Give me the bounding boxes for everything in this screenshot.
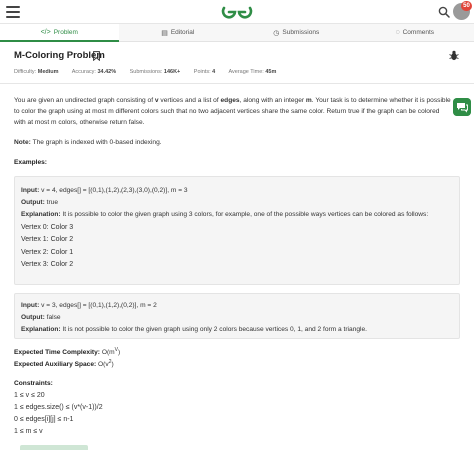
constraints-heading: Constraints: bbox=[14, 380, 53, 387]
problem-title: M-Coloring Problem bbox=[14, 50, 105, 61]
gfg-logo[interactable] bbox=[221, 2, 253, 22]
clock-icon: ◷ bbox=[273, 29, 280, 37]
example-explanation: Explanation: It is possible to color the… bbox=[21, 211, 429, 219]
bookmark-icon[interactable] bbox=[93, 51, 100, 61]
tab-editorial[interactable]: ▤ Editorial bbox=[119, 24, 238, 41]
submissions-count: Submissions: 146K+ bbox=[129, 69, 181, 75]
tab-comments[interactable]: ◌ Comments bbox=[356, 24, 474, 41]
average-time: Average Time: 45m bbox=[228, 69, 277, 75]
bug-report-icon[interactable] bbox=[449, 50, 459, 61]
example-explanation: Explanation: It is not possible to color… bbox=[21, 326, 367, 334]
tab-problem[interactable]: </> Problem bbox=[0, 24, 119, 42]
bottom-action-bar[interactable] bbox=[20, 445, 88, 450]
constraint-item: 1 ≤ v ≤ 20 bbox=[14, 392, 45, 399]
examples-heading: Examples: bbox=[14, 159, 47, 166]
example-output: Output: true bbox=[21, 199, 59, 207]
note: Note: The graph is indexed with 0-based … bbox=[14, 139, 162, 146]
notification-badge: 50 bbox=[461, 1, 472, 11]
example-box-2: Input: v = 3, edges[] = [(0,1),(1,2),(0,… bbox=[14, 293, 460, 339]
search-icon[interactable] bbox=[438, 6, 450, 18]
example-output: Output: false bbox=[21, 314, 61, 322]
coloring-line: Vertex 0: Color 3 bbox=[21, 223, 74, 231]
tab-submissions[interactable]: ◷ Submissions bbox=[237, 24, 356, 41]
problem-description: You are given an undirected graph consis… bbox=[14, 97, 451, 126]
accuracy: Accuracy: 34.42% bbox=[71, 69, 117, 75]
example-box-1: Input: v = 4, edges[] = [(0,1),(1,2),(2,… bbox=[14, 176, 460, 285]
coloring-line: Vertex 2: Color 1 bbox=[21, 248, 74, 256]
constraint-item: 0 ≤ edges[i][j] ≤ n-1 bbox=[14, 416, 74, 423]
expected-auxiliary-space: Expected Auxiliary Space: O(v2) bbox=[14, 359, 114, 369]
difficulty: Difficulty: Medium bbox=[14, 69, 59, 75]
example-input: Input: v = 3, edges[] = [(0,1),(1,2),(0,… bbox=[21, 302, 157, 309]
hamburger-menu-icon[interactable] bbox=[6, 6, 20, 18]
tab-label: Comments bbox=[402, 29, 435, 36]
expected-time-complexity: Expected Time Complexity: O(mV) bbox=[14, 347, 121, 357]
document-icon: ▤ bbox=[161, 29, 168, 37]
points: Points: 4 bbox=[193, 69, 216, 75]
code-icon: </> bbox=[40, 29, 51, 36]
coloring-line: Vertex 1: Color 2 bbox=[21, 236, 74, 244]
problem-tabs: </> Problem ▤ Editorial ◷ Submissions ◌ … bbox=[0, 24, 474, 42]
constraint-item: 1 ≤ edges.size() ≤ (v*(v-1))/2 bbox=[14, 404, 103, 411]
constraint-item: 1 ≤ m ≤ v bbox=[14, 428, 43, 435]
problem-meta: Difficulty: Medium Accuracy: 34.42% Subm… bbox=[14, 69, 288, 75]
tab-label: Submissions bbox=[282, 29, 320, 36]
chat-icon[interactable] bbox=[453, 98, 471, 116]
tab-label: Editorial bbox=[170, 29, 195, 36]
top-navbar: 50 bbox=[0, 0, 474, 24]
coloring-line: Vertex 3: Color 2 bbox=[21, 261, 74, 269]
tab-label: Problem bbox=[53, 29, 78, 36]
example-input: Input: v = 4, edges[] = [(0,1),(1,2),(2,… bbox=[21, 187, 188, 194]
divider bbox=[0, 83, 474, 84]
comment-icon: ◌ bbox=[395, 29, 400, 36]
